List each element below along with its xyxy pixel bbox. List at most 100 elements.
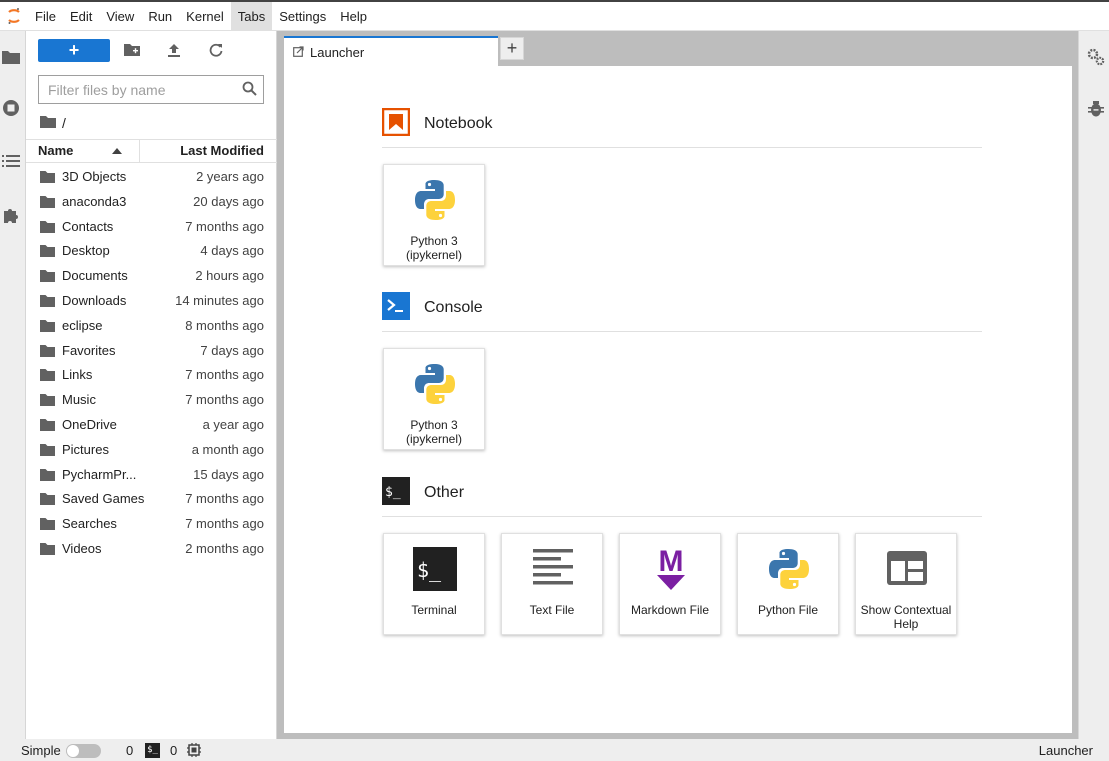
file-browser-panel: + / Name Last Modified 3D Objects 2 years… bbox=[26, 31, 277, 739]
jupyter-logo-icon bbox=[0, 2, 28, 31]
folder-icon bbox=[40, 195, 55, 211]
file-row[interactable]: Pictures a month ago bbox=[26, 438, 277, 463]
refresh-icon[interactable] bbox=[205, 40, 227, 60]
file-name: Videos bbox=[62, 540, 102, 556]
folder-icon bbox=[40, 443, 55, 459]
file-row[interactable]: OneDrive a year ago bbox=[26, 413, 277, 438]
card-label-line2: (ipykernel) bbox=[405, 432, 462, 446]
last-modified-column-header[interactable]: Last Modified bbox=[180, 140, 264, 162]
svg-text:M: M bbox=[659, 545, 684, 578]
python-logo-icon bbox=[410, 173, 460, 227]
property-inspector-icon[interactable] bbox=[1086, 47, 1106, 67]
folder-icon bbox=[40, 294, 55, 310]
filter-files-field[interactable] bbox=[38, 75, 264, 104]
menu-run[interactable]: Run bbox=[141, 2, 179, 31]
file-modified: 8 months ago bbox=[185, 317, 264, 333]
notebook-python3-card[interactable]: Python 3 (ipykernel) bbox=[383, 164, 485, 266]
running-icon[interactable] bbox=[0, 95, 22, 121]
terminal-status-icon[interactable]: $_ bbox=[145, 743, 160, 758]
file-modified: 2 months ago bbox=[185, 540, 264, 556]
file-row[interactable]: Desktop 4 days ago bbox=[26, 239, 277, 264]
terminals-count[interactable]: 0 bbox=[126, 743, 133, 758]
terminal-card[interactable]: $_ Terminal bbox=[383, 533, 485, 635]
file-row[interactable]: Music 7 months ago bbox=[26, 388, 277, 413]
file-name: Contacts bbox=[62, 218, 114, 234]
kernel-status-icon[interactable] bbox=[187, 743, 201, 760]
file-name: Music bbox=[62, 392, 96, 408]
file-row[interactable]: Documents 2 hours ago bbox=[26, 264, 277, 289]
file-modified: 4 days ago bbox=[200, 243, 264, 259]
section-notebook-title: Notebook bbox=[381, 107, 493, 139]
text-file-icon bbox=[528, 542, 578, 596]
contextual-help-card[interactable]: Show Contextual Help bbox=[855, 533, 957, 635]
filter-files-input[interactable] bbox=[39, 76, 229, 103]
file-row[interactable]: Saved Games 7 months ago bbox=[26, 487, 277, 512]
file-modified: 2 hours ago bbox=[195, 268, 264, 284]
name-column-header[interactable]: Name bbox=[26, 140, 140, 162]
folder-icon bbox=[40, 418, 55, 434]
file-row[interactable]: Videos 2 months ago bbox=[26, 537, 277, 562]
card-label-line1: Python File bbox=[757, 603, 819, 617]
folder-icon bbox=[40, 369, 55, 384]
file-row[interactable]: Searches 7 months ago bbox=[26, 512, 277, 537]
file-row[interactable]: anaconda3 20 days ago bbox=[26, 190, 277, 215]
file-modified: 7 months ago bbox=[185, 367, 264, 383]
folder-icon[interactable] bbox=[0, 44, 22, 70]
card-label-line1: Markdown File bbox=[630, 603, 710, 617]
toc-icon[interactable] bbox=[0, 148, 22, 174]
text-file-card[interactable]: Text File bbox=[501, 533, 603, 635]
file-row[interactable]: Downloads 14 minutes ago bbox=[26, 289, 277, 314]
menu-kernel[interactable]: Kernel bbox=[179, 2, 231, 31]
kernels-count[interactable]: 0 bbox=[170, 743, 177, 758]
file-row[interactable]: PycharmPr... 15 days ago bbox=[26, 463, 277, 488]
contextual-help-icon bbox=[882, 542, 932, 596]
menu-help[interactable]: Help bbox=[333, 2, 374, 31]
divider bbox=[382, 331, 982, 332]
extension-icon[interactable] bbox=[0, 202, 22, 228]
file-name: PycharmPr... bbox=[62, 466, 137, 482]
new-folder-icon[interactable] bbox=[121, 40, 143, 60]
file-row[interactable]: 3D Objects 2 years ago bbox=[26, 165, 277, 190]
tab-bar: Launcher + bbox=[284, 36, 524, 66]
section-other-title: $_ Other bbox=[382, 476, 464, 508]
tab-launcher[interactable]: Launcher bbox=[284, 36, 498, 66]
card-label-line1: Text File bbox=[529, 603, 575, 617]
menu-file[interactable]: File bbox=[28, 2, 63, 31]
card-label: Terminal bbox=[384, 603, 484, 617]
python-file-card[interactable]: Python File bbox=[737, 533, 839, 635]
menu-view[interactable]: View bbox=[99, 2, 141, 31]
add-tab-button[interactable]: + bbox=[500, 37, 524, 60]
card-label-line1: Show Contextual bbox=[860, 603, 952, 617]
markdown-file-card[interactable]: M Markdown File bbox=[619, 533, 721, 635]
folder-icon bbox=[40, 319, 55, 335]
simple-mode-toggle[interactable] bbox=[66, 744, 101, 758]
home-folder-icon[interactable] bbox=[40, 115, 56, 131]
folder-icon bbox=[40, 542, 55, 558]
launcher-panel: Notebook Python 3 (ipykernel) Console Py… bbox=[284, 66, 1072, 733]
markdown-icon: M bbox=[646, 542, 696, 596]
svg-text:$_: $_ bbox=[417, 558, 442, 582]
menu-edit[interactable]: Edit bbox=[63, 2, 99, 31]
debugger-icon[interactable] bbox=[1086, 99, 1106, 119]
file-row[interactable]: Contacts 7 months ago bbox=[26, 215, 277, 240]
menu-settings[interactable]: Settings bbox=[272, 2, 333, 31]
card-label: Python 3 (ipykernel) bbox=[384, 234, 484, 262]
file-modified: 20 days ago bbox=[193, 193, 264, 209]
breadcrumb-root[interactable]: / bbox=[62, 115, 66, 131]
name-column-label: Name bbox=[38, 143, 74, 158]
breadcrumb: / bbox=[40, 114, 66, 132]
menu-tabs[interactable]: Tabs bbox=[230, 1, 273, 31]
python-logo-icon bbox=[764, 542, 814, 596]
file-modified: 7 months ago bbox=[185, 392, 264, 408]
file-row[interactable]: Favorites 7 days ago bbox=[26, 339, 277, 364]
file-row[interactable]: Links 7 months ago bbox=[26, 363, 277, 388]
file-name: Links bbox=[62, 367, 93, 383]
file-modified: 7 months ago bbox=[185, 516, 264, 532]
upload-icon[interactable] bbox=[163, 40, 185, 60]
console-python3-card[interactable]: Python 3 (ipykernel) bbox=[383, 348, 485, 450]
new-launcher-button[interactable]: + bbox=[38, 39, 110, 62]
file-modified: 7 months ago bbox=[185, 491, 264, 507]
terminal-icon: $_ bbox=[410, 542, 460, 596]
file-name: Downloads bbox=[62, 292, 127, 308]
file-row[interactable]: eclipse 8 months ago bbox=[26, 314, 277, 339]
